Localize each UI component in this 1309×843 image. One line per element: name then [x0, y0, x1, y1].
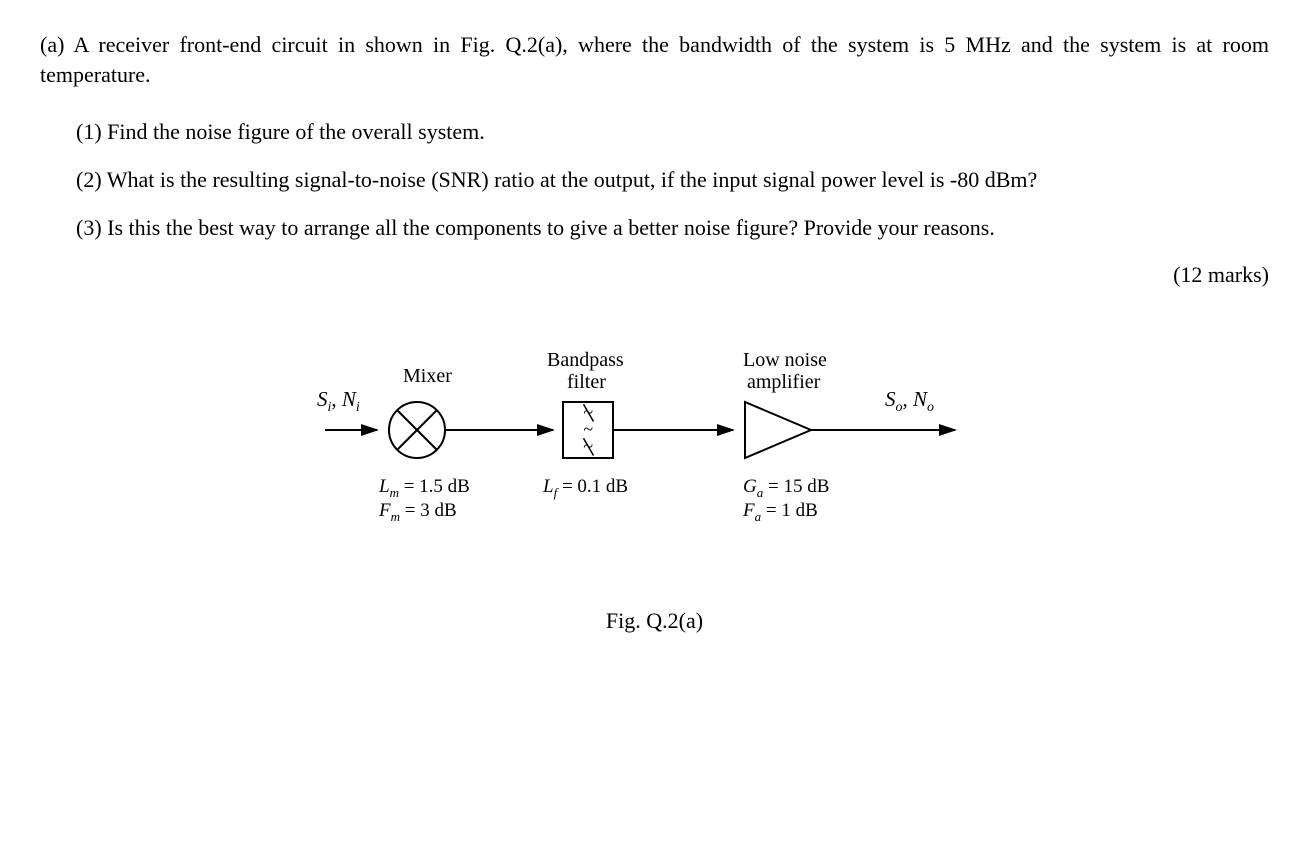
subquestion-3: (3) Is this the best way to arrange all … — [76, 213, 1269, 243]
bpf-loss: Lf = 0.1 dB — [542, 476, 628, 500]
subquestion-2: (2) What is the resulting signal-to-nois… — [76, 165, 1269, 195]
mixer-label: Mixer — [403, 365, 452, 387]
lna-label-1: Low noise — [743, 349, 827, 371]
mixer-nf: Fm = 3 dB — [378, 500, 457, 524]
input-label: Si, Ni — [317, 387, 360, 415]
output-label: So, No — [885, 387, 934, 415]
marks-label: (12 marks) — [40, 260, 1269, 290]
amplifier-icon — [745, 402, 811, 458]
bandpass-filter-icon: ~ ~ ~ — [563, 402, 613, 458]
question-intro: (a) A receiver front-end circuit in show… — [40, 30, 1269, 89]
figure-caption: Fig. Q.2(a) — [40, 606, 1269, 636]
lna-nf: Fa = 1 dB — [742, 500, 818, 524]
subquestions: (1) Find the noise figure of the overall… — [40, 117, 1269, 242]
lna-label-2: amplifier — [747, 371, 821, 393]
mixer-loss: Lm = 1.5 dB — [378, 476, 470, 500]
mixer-icon — [389, 402, 445, 458]
bpf-label-2: filter — [567, 371, 606, 393]
figure-container: Si, Ni Mixer Lm = 1.5 dB Fm = 3 dB Bandp… — [40, 320, 1269, 635]
circuit-diagram: Si, Ni Mixer Lm = 1.5 dB Fm = 3 dB Bandp… — [295, 320, 1015, 580]
bpf-label-1: Bandpass — [547, 349, 624, 371]
lna-gain: Ga = 15 dB — [743, 476, 829, 500]
subquestion-1: (1) Find the noise figure of the overall… — [76, 117, 1269, 147]
